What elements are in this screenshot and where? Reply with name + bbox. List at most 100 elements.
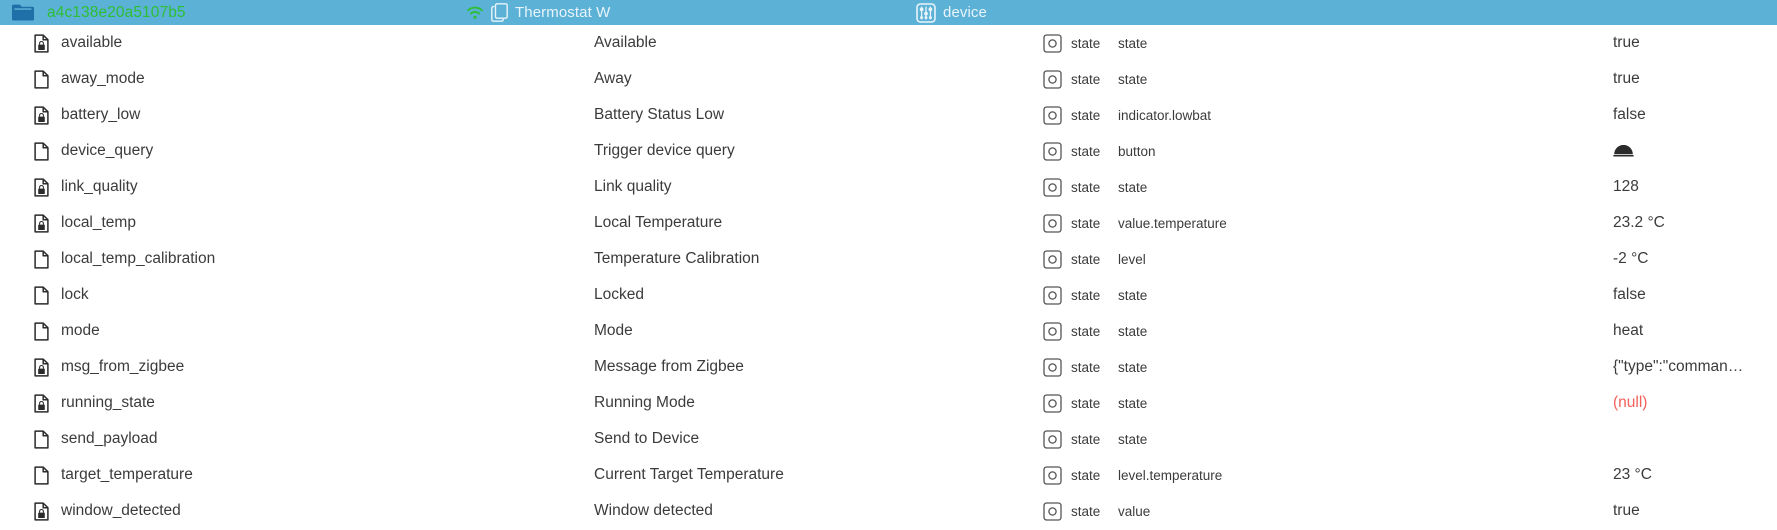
row-object-id-cell[interactable]: mode [34, 313, 100, 349]
table-row[interactable]: away_mode Away state state true [0, 61, 1777, 97]
push-button-icon[interactable] [1613, 144, 1634, 158]
table-row[interactable]: lock Locked state state false [0, 277, 1777, 313]
row-role: state [1118, 71, 1148, 87]
row-object-id-cell[interactable]: window_detected [34, 493, 181, 529]
table-row[interactable]: send_payload Send to Device state state [0, 421, 1777, 457]
document-icon [34, 141, 49, 161]
table-row[interactable]: mode Mode state state heat [0, 313, 1777, 349]
row-type: state [1071, 431, 1101, 447]
row-name: Locked [594, 286, 644, 303]
row-object-id-cell[interactable]: lock [34, 277, 89, 313]
header-object-label: a4c138e20a5107b5 [47, 3, 186, 21]
row-object-id: lock [61, 286, 89, 303]
table-row[interactable]: battery_low Battery Status Low state indica… [0, 97, 1777, 133]
row-object-id-cell[interactable]: send_payload [34, 421, 158, 457]
document-icon [34, 69, 49, 89]
row-type-cell: state [1043, 169, 1100, 205]
sliders-icon [916, 2, 936, 23]
document-icon [34, 249, 49, 269]
table-row[interactable]: msg_from_zigbee Message from Zigbee state s… [0, 349, 1777, 385]
state-icon [1043, 141, 1062, 161]
row-name: Send to Device [594, 430, 700, 447]
row-role: value.temperature [1118, 215, 1227, 231]
table-row[interactable]: local_temp Local Temperature state value.te… [0, 205, 1777, 241]
row-value[interactable]: 128 [1613, 169, 1639, 205]
row-name: Available [594, 34, 657, 51]
state-icon [1043, 321, 1062, 341]
row-role: state [1118, 323, 1148, 339]
row-object-id: device_query [61, 142, 154, 159]
state-icon [1043, 501, 1062, 521]
state-icon [1043, 429, 1062, 449]
table-row[interactable]: available Available state state true [0, 25, 1777, 61]
row-value[interactable] [1613, 133, 1634, 169]
table-row[interactable]: running_state Running Mode state state (null… [0, 385, 1777, 421]
header-object-column[interactable]: a4c138e20a5107b5 [12, 0, 186, 25]
row-type-cell: state [1043, 421, 1100, 457]
state-icon [1043, 177, 1062, 197]
row-object-id: window_detected [61, 502, 181, 519]
row-object-id-cell[interactable]: available [34, 25, 122, 61]
table-row[interactable]: device_query Trigger device query state but… [0, 133, 1777, 169]
row-object-id-cell[interactable]: target_temperature [34, 457, 193, 493]
row-type-cell: state [1043, 349, 1100, 385]
row-object-id-cell[interactable]: away_mode [34, 61, 145, 97]
row-object-id-cell[interactable]: running_state [34, 385, 155, 421]
header-role-label: device [943, 4, 987, 21]
table-row[interactable]: local_temp_calibration Temperature Calibr… [0, 241, 1777, 277]
row-object-id: msg_from_zigbee [61, 358, 185, 375]
document-icon [34, 429, 49, 449]
table-row[interactable]: window_detected Window detected state value… [0, 493, 1777, 529]
row-object-id-cell[interactable]: local_temp [34, 205, 136, 241]
row-value[interactable]: true [1613, 61, 1640, 97]
row-name: Temperature Calibration [594, 250, 760, 267]
row-value[interactable]: {"type":"comman… [1613, 349, 1743, 385]
row-name: Mode [594, 322, 633, 339]
row-type-cell: state [1043, 61, 1100, 97]
table-row[interactable]: target_temperature Current Target Tempera… [0, 457, 1777, 493]
document-icon [34, 321, 49, 341]
row-type-cell: state [1043, 133, 1100, 169]
state-icon [1043, 105, 1062, 125]
row-value[interactable]: -2 °C [1613, 241, 1648, 277]
row-value[interactable]: false [1613, 97, 1646, 133]
row-object-id-cell[interactable]: local_temp_calibration [34, 241, 215, 277]
row-name: Trigger device query [594, 142, 735, 159]
row-type: state [1071, 395, 1101, 411]
row-role: value [1118, 503, 1151, 519]
row-value[interactable]: true [1613, 493, 1640, 529]
row-object-id-cell[interactable]: device_query [34, 133, 153, 169]
row-object-id-cell[interactable]: msg_from_zigbee [34, 349, 184, 385]
row-type-cell: state [1043, 457, 1100, 493]
row-role: state [1118, 287, 1148, 303]
wifi-icon [466, 6, 484, 20]
row-object-id-cell[interactable]: battery_low [34, 97, 140, 133]
header-name-column[interactable]: Thermostat W [466, 0, 610, 25]
row-type: state [1071, 71, 1101, 87]
table-row[interactable]: link_quality Link quality state state 128 [0, 169, 1777, 205]
state-icon [1043, 249, 1062, 269]
row-name: Local Temperature [594, 214, 723, 231]
row-value[interactable]: true [1613, 25, 1640, 61]
row-value[interactable]: heat [1613, 313, 1643, 349]
row-type-cell: state [1043, 25, 1100, 61]
row-value[interactable]: false [1613, 277, 1646, 313]
state-icon [1043, 393, 1062, 413]
row-type-cell: state [1043, 97, 1100, 133]
row-value[interactable]: (null) [1613, 385, 1647, 421]
document-locked-icon [34, 177, 49, 197]
row-name: Running Mode [594, 394, 695, 411]
object-header-bar: a4c138e20a5107b5 Thermostat W device [0, 0, 1777, 25]
row-object-id-cell[interactable]: link_quality [34, 169, 138, 205]
row-value[interactable]: 23.2 °C [1613, 205, 1665, 241]
document-locked-icon [34, 105, 49, 125]
row-type-cell: state [1043, 385, 1100, 421]
header-role-column[interactable]: device [916, 0, 987, 25]
row-role: state [1118, 35, 1148, 51]
row-type: state [1071, 467, 1101, 483]
row-name: Away [594, 70, 632, 87]
row-object-id: away_mode [61, 70, 145, 87]
row-name: Window detected [594, 502, 713, 519]
row-role: state [1118, 179, 1148, 195]
row-value[interactable]: 23 °C [1613, 457, 1652, 493]
